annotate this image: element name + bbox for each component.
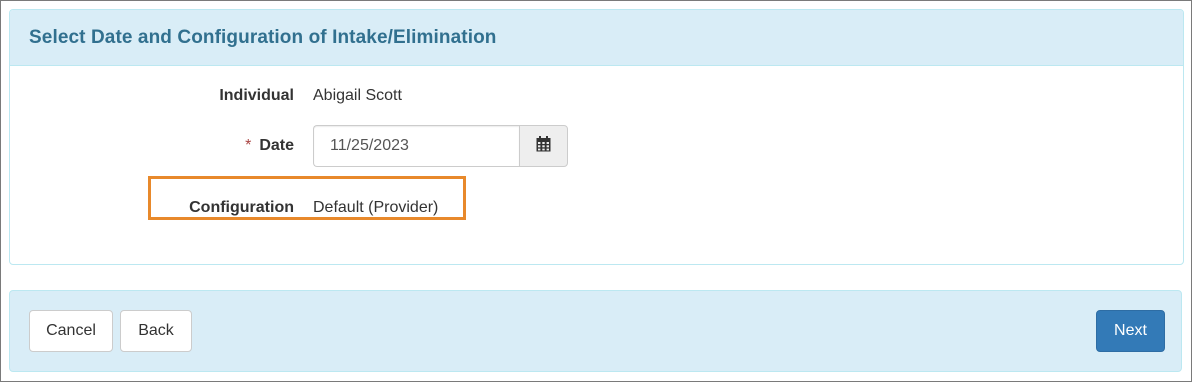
configuration-highlight: [148, 176, 466, 220]
window-frame: Select Date and Configuration of Intake/…: [0, 0, 1192, 382]
date-label-group: * Date: [245, 137, 294, 155]
date-input[interactable]: [313, 125, 519, 167]
date-picker: [313, 125, 568, 167]
required-marker: *: [245, 137, 252, 154]
date-label: Date: [259, 137, 294, 154]
cancel-button[interactable]: Cancel: [29, 310, 113, 352]
calendar-button[interactable]: [519, 125, 568, 167]
panel-title: Select Date and Configuration of Intake/…: [29, 26, 497, 48]
next-button[interactable]: Next: [1096, 310, 1165, 352]
individual-label: Individual: [219, 87, 294, 104]
calendar-icon: [536, 135, 551, 157]
individual-value: Abigail Scott: [313, 87, 402, 104]
panel-heading: Select Date and Configuration of Intake/…: [10, 10, 1183, 66]
footer-bar: Cancel Back Next: [9, 290, 1182, 372]
selection-panel: Select Date and Configuration of Intake/…: [9, 9, 1184, 265]
back-button[interactable]: Back: [120, 310, 192, 352]
